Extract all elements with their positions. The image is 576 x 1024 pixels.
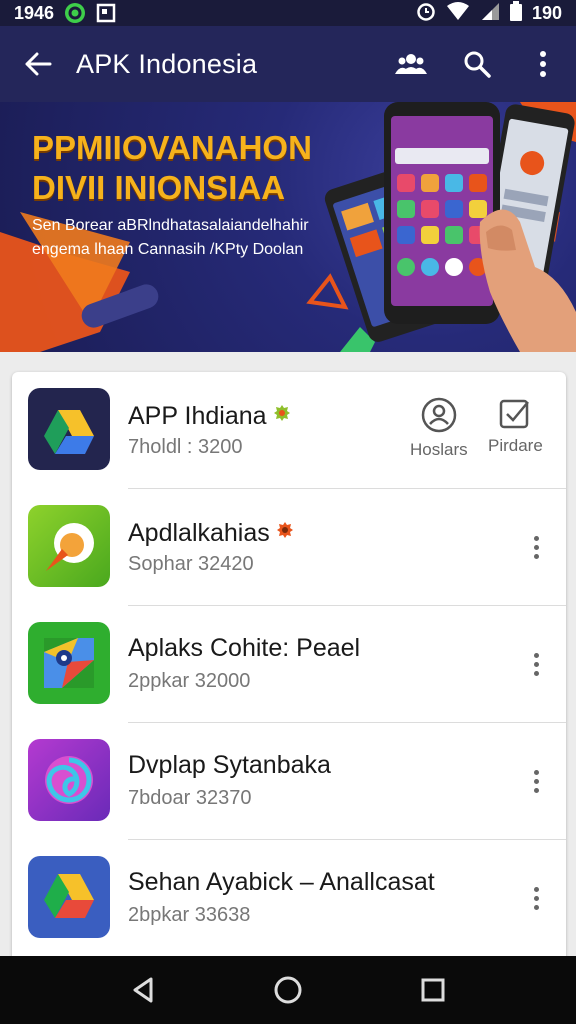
app-name: Dvplap Sytanbaka [128,751,331,779]
app-name: Sehan Ayabick – Anallcasat [128,868,435,896]
battery-percent: 190 [531,2,562,23]
google-maps-app-icon [28,622,110,704]
signal-icon [480,1,500,26]
more-options-button[interactable] [524,765,548,797]
app-meta: 2bpkar 33638 [128,904,251,926]
banner-headline-line-1: PPMIIOVANAHON [32,129,312,166]
more-options-button[interactable] [524,882,548,914]
people-search-icon [421,397,457,433]
more-options-button[interactable] [524,648,548,680]
notification-app-icon [64,2,86,24]
notification-square-icon [96,3,116,23]
alarm-icon [416,1,436,26]
group-button[interactable] [378,26,444,102]
system-nav-bar [0,956,576,1024]
search-icon [464,51,491,78]
banner-subtitle-line-2: engema lhaan Cannasih /KPty Doolan [32,241,304,258]
group-icon [395,54,427,74]
promo-banner[interactable]: PPMIIOVANAHON DIVII INIONSIAA Sen Borear… [0,102,576,352]
status-icons: 190 [416,0,562,26]
square-recents-icon [421,978,445,1002]
screen: 1946 190 APK Indonesia PPMIIOVANAHON DIV… [0,0,576,1024]
app-name: Apdlalkahias [128,517,294,548]
app-meta: Sophar 32420 [128,553,254,575]
pirdare-action[interactable]: Pirdare [488,396,543,456]
app-bar-actions [378,26,576,102]
app-bar-title: APK Indonesia [76,48,258,79]
status-bar: 1946 190 [0,0,576,26]
more-vert-icon [540,51,546,77]
app-meta: 7holdl : 3200 [128,436,243,458]
list-item[interactable]: Apdlalkahias Sophar 32420 [12,489,566,606]
circle-home-icon [274,976,302,1004]
wifi-icon [446,1,470,26]
triangle-back-icon [133,977,153,1003]
nav-back-button[interactable] [113,960,173,1020]
app-bar: APK Indonesia [0,26,576,102]
pirdare-label: Pirdare [488,436,543,455]
more-options-button[interactable] [524,531,548,563]
status-time: 1946 [14,2,55,23]
checkbox-icon [500,399,530,429]
google-drive-app-icon [28,856,110,938]
hoslars-label: Hoslars [410,440,468,459]
overflow-menu-button[interactable] [510,26,576,102]
battery-icon [509,0,522,26]
arrow-left-icon [25,52,52,76]
search-button[interactable] [444,26,510,102]
list-item[interactable]: Sehan Ayabick – Anallcasat 2bpkar 33638 [12,840,566,957]
app-name: Aplaks Cohite: Peael [128,634,361,662]
hoslars-action[interactable]: Hoslars [410,396,468,460]
app-meta: 2ppkar 32000 [128,670,251,692]
list-item[interactable]: Dvplap Sytanbaka 7bdoar 32370 [12,723,566,840]
app-name: APP Ihdiana [128,400,291,431]
list-item[interactable]: Aplaks Cohite: Peael 2ppkar 32000 [12,606,566,723]
list-item[interactable]: APP Ihdiana 7holdl : 3200 Hoslars Pirdar… [12,372,566,489]
google-drive-app-icon [28,388,110,470]
back-button[interactable] [0,26,76,102]
spiral-app-icon [28,739,110,821]
banner-subtitle: Sen Borear aBRlndhatasalaiandelhahir eng… [32,214,309,262]
banner-headline-line-2: DIVII INIONSIAA [32,169,286,206]
verified-badge-icon [273,400,291,421]
app-list: APP Ihdiana 7holdl : 3200 Hoslars Pirdar… [12,372,566,972]
app-icon-green-pin [28,505,110,587]
verified-badge-icon [276,517,294,538]
app-meta: 7bdoar 32370 [128,787,252,809]
nav-home-button[interactable] [258,960,318,1020]
banner-subtitle-line-1: Sen Borear aBRlndhatasalaiandelhahir [32,217,309,234]
banner-headline: PPMIIOVANAHON DIVII INIONSIAA [32,128,312,208]
nav-recents-button[interactable] [403,960,463,1020]
